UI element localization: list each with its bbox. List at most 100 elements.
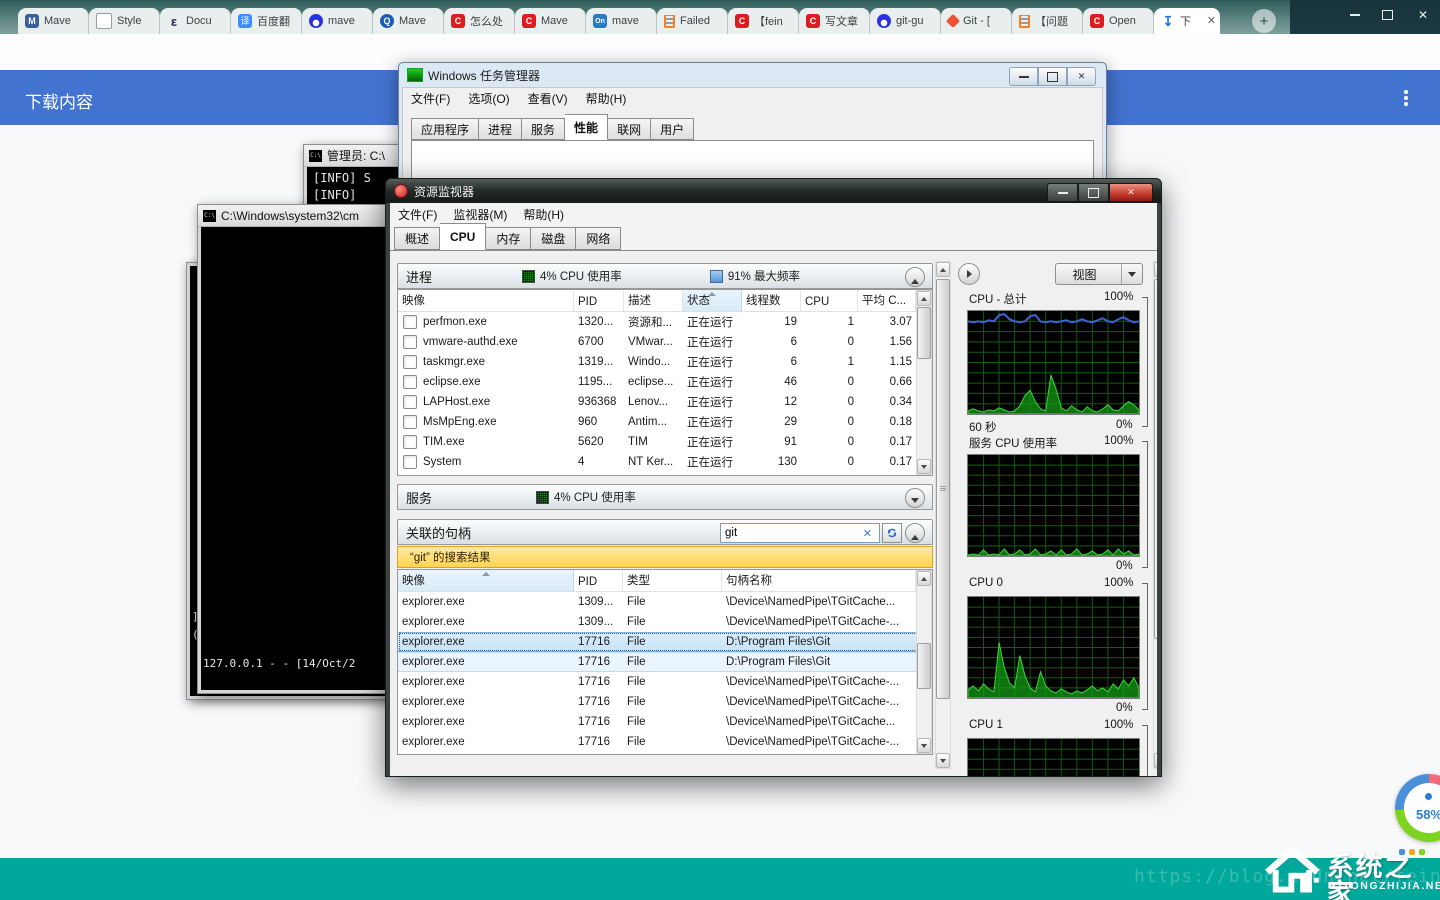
table-row[interactable]: explorer.exe17716File\Device\NamedPipe\T… <box>398 732 932 752</box>
table-row[interactable]: explorer.exe17716FileD:\Program Files\Gi… <box>398 652 932 672</box>
browser-tab[interactable]: Style <box>89 8 160 34</box>
column-header-2[interactable]: 描述 <box>624 290 683 311</box>
menu-file[interactable]: 文件(F) <box>411 90 450 107</box>
taskmgr-tab-进程[interactable]: 进程 <box>479 118 522 140</box>
resmon-tab-CPU[interactable]: CPU <box>440 223 486 250</box>
taskmgr-tab-性能[interactable]: 性能 <box>565 114 608 140</box>
table-row[interactable]: TIM.exe5620TIM正在运行9100.17 <box>398 432 932 452</box>
handles-table-scrollbar[interactable] <box>916 570 932 754</box>
close-button[interactable]: ✕ <box>1109 183 1153 202</box>
search-refresh-button[interactable] <box>882 523 902 543</box>
browser-tab[interactable]: 译百度翻 <box>231 8 302 34</box>
close-button[interactable]: ✕ <box>1410 6 1436 24</box>
minimize-button[interactable] <box>1009 67 1038 86</box>
handle-search-input[interactable] <box>720 523 880 543</box>
menu-monitor[interactable]: 监视器(M) <box>453 206 507 223</box>
menu-options[interactable]: 选项(O) <box>468 90 509 107</box>
scroll-down-button[interactable] <box>917 738 931 753</box>
menu-file[interactable]: 文件(F) <box>398 206 437 223</box>
table-row[interactable]: explorer.exe17716File\Device\NamedPipe\T… <box>398 712 932 732</box>
table-row[interactable]: taskmgr.exe1319...Windo...正在运行611.15 <box>398 352 932 372</box>
browser-tab[interactable]: C【fein <box>728 8 799 34</box>
resource-monitor-window[interactable]: 资源监视器 ✕ 文件(F) 监视器(M) 帮助(H) 概述CPU内存磁盘网络 进… <box>385 178 1162 777</box>
browser-tab[interactable]: CMave <box>515 8 586 34</box>
taskmgr-tab-用户[interactable]: 用户 <box>651 118 694 140</box>
column-header-4[interactable]: 线程数 <box>742 290 801 311</box>
table-row[interactable]: explorer.exe1309...File\Device\NamedPipe… <box>398 612 932 632</box>
graph-panel-scrollbar[interactable] <box>1153 261 1157 769</box>
browser-tab[interactable]: C怎么处 <box>444 8 515 34</box>
column-header-5[interactable]: CPU <box>801 290 858 311</box>
taskmgr-titlebar[interactable]: Windows 任务管理器 ✕ <box>399 63 1106 87</box>
maximize-button[interactable] <box>1038 67 1067 86</box>
table-row[interactable]: perfmon.exe1320...资源和...正在运行1913.07 <box>398 312 932 332</box>
menu-help[interactable]: 帮助(H) <box>586 90 627 107</box>
scroll-up-button[interactable] <box>1154 262 1157 277</box>
resmon-tab-网络[interactable]: 网络 <box>576 227 621 250</box>
menu-view[interactable]: 查看(V) <box>528 90 568 107</box>
scrollbar-thumb[interactable] <box>917 307 931 359</box>
collapse-section-button[interactable] <box>905 523 925 543</box>
taskmgr-tab-服务[interactable]: 服务 <box>522 118 565 140</box>
resmon-titlebar[interactable]: 资源监视器 ✕ <box>386 179 1161 203</box>
column-header-1[interactable]: PID <box>574 290 624 311</box>
column-header-0[interactable]: 映像 <box>398 570 574 591</box>
view-dropdown-button[interactable]: 视图 <box>1055 263 1143 285</box>
row-checkbox[interactable] <box>403 335 417 349</box>
main-panel-scrollbar[interactable] <box>935 261 951 769</box>
scrollbar-thumb[interactable] <box>917 643 931 689</box>
expand-section-button[interactable] <box>905 488 925 508</box>
row-checkbox[interactable] <box>403 415 417 429</box>
scrollbar-thumb[interactable] <box>936 279 950 699</box>
cmd-front-window[interactable]: C:\ C:\Windows\system32\cm 127.0.0.1 - -… <box>197 204 389 694</box>
downloads-menu-icon[interactable] <box>1404 90 1408 106</box>
handles-section-header[interactable]: 关联的句柄 ✕ <box>397 519 933 545</box>
browser-tab[interactable]: git-gu <box>870 8 941 34</box>
minimize-button[interactable] <box>1047 183 1078 202</box>
table-row[interactable]: vmware-authd.exe6700VMwar...正在运行601.56 <box>398 332 932 352</box>
browser-tab[interactable]: COpen <box>1083 8 1154 34</box>
browser-tab[interactable]: Failed <box>657 8 728 34</box>
process-table-scrollbar[interactable] <box>916 290 932 475</box>
browser-tab[interactable]: mave <box>302 8 373 34</box>
row-checkbox[interactable] <box>403 435 417 449</box>
table-row[interactable]: explorer.exe17716File\Device\NamedPipe\T… <box>398 692 932 712</box>
browser-tab[interactable]: Git - [ <box>941 8 1012 34</box>
restore-button[interactable] <box>1374 6 1400 24</box>
collapse-section-button[interactable] <box>905 267 925 287</box>
browser-tab[interactable]: Onmave <box>586 8 657 34</box>
resmon-tab-概述[interactable]: 概述 <box>394 227 440 250</box>
table-row[interactable]: explorer.exe17716File\Device\NamedPipe\T… <box>398 672 932 692</box>
column-header-3[interactable]: 状态 <box>683 290 742 311</box>
scroll-up-button[interactable] <box>936 262 950 277</box>
browser-tab[interactable]: C写文章 <box>799 8 870 34</box>
column-header-0[interactable]: 映像 <box>398 290 574 311</box>
services-section-header[interactable]: 服务 4% CPU 使用率 <box>397 484 933 510</box>
clear-search-icon[interactable]: ✕ <box>863 527 872 540</box>
resmon-tab-内存[interactable]: 内存 <box>486 227 531 250</box>
scroll-down-button[interactable] <box>936 753 950 768</box>
menu-help[interactable]: 帮助(H) <box>523 206 564 223</box>
row-checkbox[interactable] <box>403 315 417 329</box>
collapse-graph-panel-button[interactable] <box>958 263 980 285</box>
table-row[interactable]: MsMpEng.exe960Antim...正在运行2900.18 <box>398 412 932 432</box>
tab-close-icon[interactable]: ✕ <box>1207 16 1216 27</box>
browser-tab[interactable]: ↧下✕ <box>1154 8 1220 34</box>
row-checkbox[interactable] <box>403 395 417 409</box>
scrollbar-thumb[interactable] <box>1154 279 1157 639</box>
browser-tab[interactable]: 【问题 <box>1012 8 1083 34</box>
scroll-up-button[interactable] <box>917 571 931 586</box>
processes-section-header[interactable]: 进程 4% CPU 使用率 91% 最大频率 <box>397 263 933 289</box>
minimize-button[interactable] <box>1342 6 1368 24</box>
new-tab-button[interactable]: + <box>1252 9 1276 33</box>
table-row[interactable]: eclipse.exe1195...eclipse...正在运行4600.66 <box>398 372 932 392</box>
browser-tab[interactable]: εDocu <box>160 8 231 34</box>
taskmgr-tab-应用程序[interactable]: 应用程序 <box>411 118 479 140</box>
taskmgr-tab-联网[interactable]: 联网 <box>608 118 651 140</box>
table-row[interactable]: explorer.exe1309...File\Device\NamedPipe… <box>398 592 932 612</box>
cmd-front-titlebar[interactable]: C:\ C:\Windows\system32\cm <box>198 205 388 227</box>
resmon-tab-磁盘[interactable]: 磁盘 <box>531 227 576 250</box>
row-checkbox[interactable] <box>403 455 417 469</box>
scroll-down-button[interactable] <box>917 459 931 474</box>
column-header-2[interactable]: 类型 <box>623 570 722 591</box>
